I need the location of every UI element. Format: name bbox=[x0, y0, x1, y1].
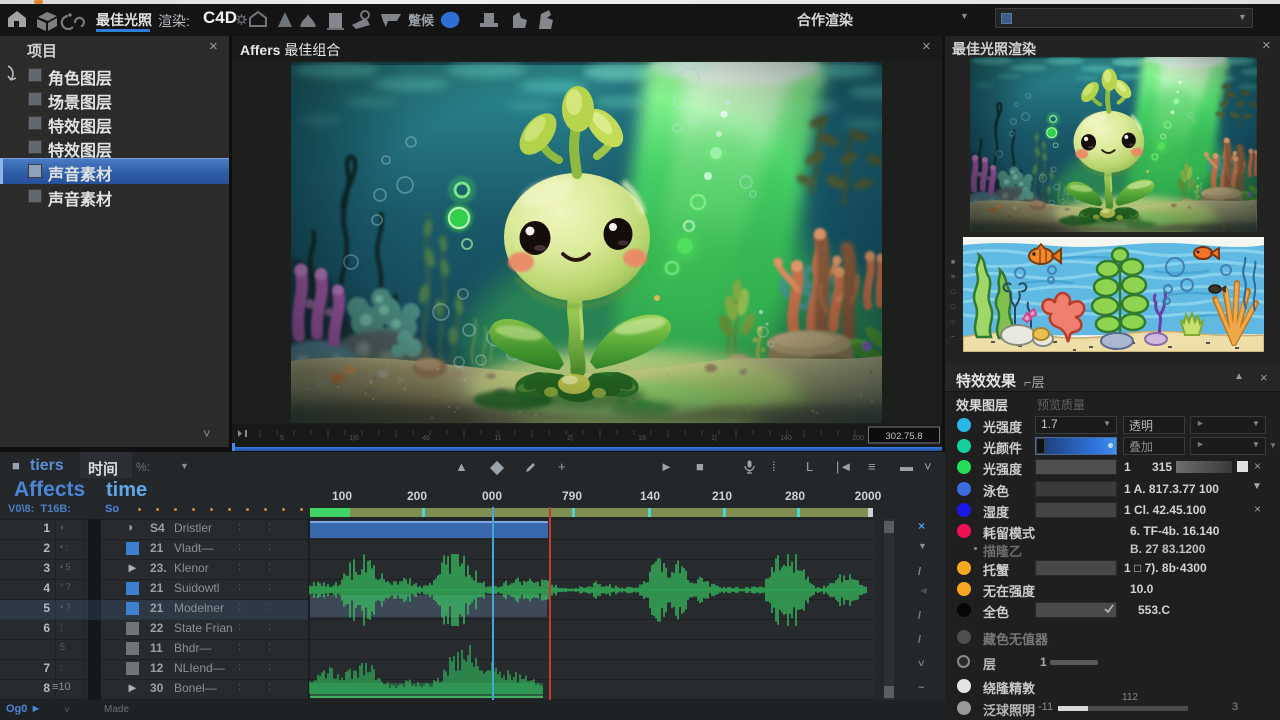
svg-text:16: 16 bbox=[638, 435, 646, 442]
svg-text:1|0: 1|0 bbox=[349, 435, 359, 442]
svg-text:2|: 2| bbox=[567, 435, 573, 442]
svg-text:302.75.8: 302.75.8 bbox=[886, 431, 923, 442]
svg-text:140: 140 bbox=[780, 435, 792, 442]
svg-text:46: 46 bbox=[422, 435, 430, 442]
svg-text:5: 5 bbox=[280, 435, 284, 442]
svg-text:11: 11 bbox=[494, 435, 501, 442]
svg-text:200: 200 bbox=[852, 435, 864, 442]
svg-text:1|: 1| bbox=[711, 435, 717, 442]
svg-text:蹩候: 蹩候 bbox=[408, 13, 435, 28]
